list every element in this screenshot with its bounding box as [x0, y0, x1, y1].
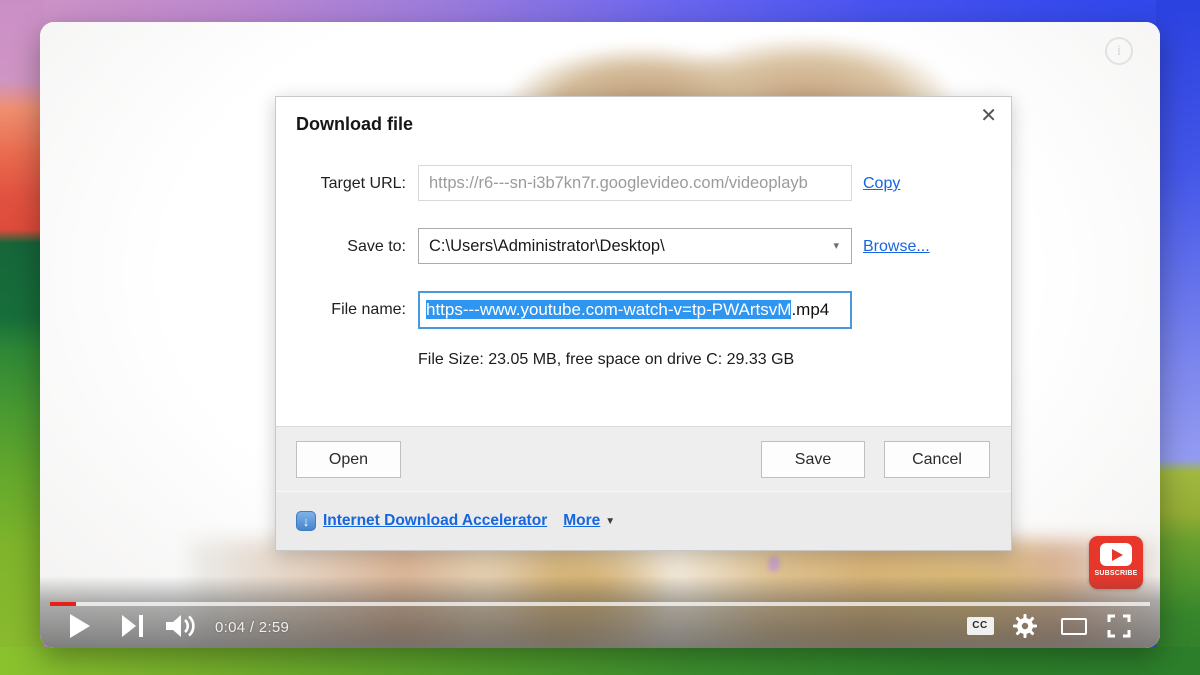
- settings-button[interactable]: [1012, 612, 1038, 640]
- file-name-label: File name:: [276, 291, 406, 328]
- next-button[interactable]: [120, 612, 146, 640]
- target-url-value: https://r6---sn-i3b7kn7r.googlevideo.com…: [429, 174, 808, 192]
- save-button[interactable]: Save: [761, 441, 865, 478]
- ida-app-link[interactable]: Internet Download Accelerator: [323, 512, 547, 530]
- desktop-background: i SUBSCRIBE Download file ✕ Target URL: …: [0, 0, 1200, 675]
- wallpaper-left-edge: [0, 0, 44, 675]
- download-arrow-icon: ↓: [296, 511, 316, 531]
- file-name-row: File name: https---www.youtube.com-watch…: [276, 291, 1011, 329]
- play-button[interactable]: [68, 612, 92, 640]
- wallpaper-right-edge: [1156, 0, 1200, 675]
- video-player-window: i SUBSCRIBE Download file ✕ Target URL: …: [40, 22, 1160, 648]
- player-control-bar: 0:04 / 2:59 CC: [40, 576, 1160, 648]
- youtube-play-icon: [1100, 543, 1132, 566]
- dialog-title: Download file: [296, 114, 413, 135]
- download-file-dialog: Download file ✕ Target URL: https://r6--…: [275, 96, 1012, 551]
- fullscreen-icon: [1107, 614, 1131, 638]
- file-name-selected-text: https---www.youtube.com-watch-v=tp-PWArt…: [426, 300, 791, 319]
- play-icon: [70, 614, 90, 638]
- fullscreen-button[interactable]: [1105, 612, 1133, 640]
- save-to-value: C:\Users\Administrator\Desktop\: [429, 237, 665, 255]
- close-icon[interactable]: ✕: [980, 103, 997, 128]
- volume-icon: [166, 614, 196, 638]
- copy-link[interactable]: Copy: [863, 165, 900, 202]
- save-to-label: Save to:: [276, 228, 406, 265]
- info-icon[interactable]: i: [1105, 37, 1133, 65]
- save-to-row: Save to: C:\Users\Administrator\Desktop\…: [276, 228, 1011, 266]
- cancel-button[interactable]: Cancel: [884, 441, 990, 478]
- miniplayer-icon: [1061, 618, 1087, 635]
- video-content-necklace: [768, 556, 780, 572]
- dialog-footer: ↓ Internet Download Accelerator More ▼: [276, 491, 1011, 550]
- next-icon: [122, 615, 144, 637]
- time-display: 0:04 / 2:59: [215, 619, 289, 636]
- wallpaper-bottom-edge: [0, 647, 1200, 675]
- target-url-row: Target URL: https://r6---sn-i3b7kn7r.goo…: [276, 165, 1011, 203]
- progress-bar[interactable]: [50, 602, 1150, 606]
- miniplayer-button[interactable]: [1059, 612, 1089, 640]
- volume-button[interactable]: [164, 612, 198, 640]
- more-link[interactable]: More: [563, 512, 600, 530]
- browse-link[interactable]: Browse...: [863, 228, 930, 265]
- cc-icon: CC: [967, 617, 994, 635]
- info-icon-glyph: i: [1117, 43, 1121, 59]
- target-url-field[interactable]: https://r6---sn-i3b7kn7r.googlevideo.com…: [418, 165, 852, 201]
- open-button[interactable]: Open: [296, 441, 401, 478]
- play-triangle-icon: [1112, 549, 1123, 561]
- download-arrow-glyph: ↓: [303, 514, 310, 529]
- file-name-extension: .mp4: [791, 300, 829, 319]
- file-name-input[interactable]: https---www.youtube.com-watch-v=tp-PWArt…: [418, 291, 852, 329]
- file-size-info: File Size: 23.05 MB, free space on drive…: [418, 351, 794, 369]
- progress-played: [50, 602, 76, 606]
- closed-captions-button[interactable]: CC: [965, 612, 995, 640]
- dropdown-caret-icon[interactable]: ▾: [833, 229, 839, 263]
- save-to-dropdown[interactable]: C:\Users\Administrator\Desktop\ ▾: [418, 228, 852, 264]
- more-arrow-icon: ▼: [605, 516, 615, 527]
- gear-icon: [1013, 614, 1037, 638]
- target-url-label: Target URL:: [276, 165, 406, 202]
